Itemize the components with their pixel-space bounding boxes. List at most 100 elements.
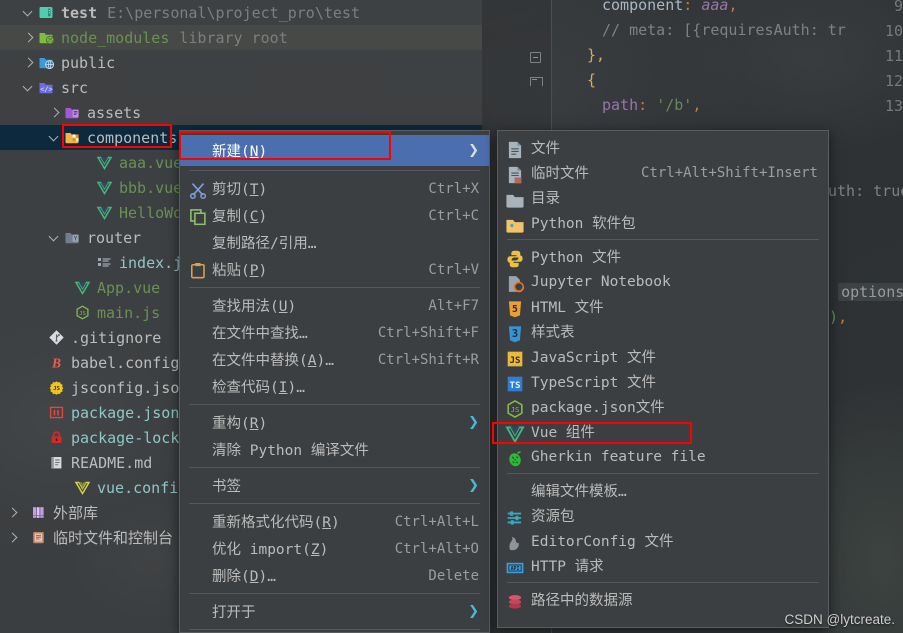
readme-icon <box>48 454 65 471</box>
scratch-file-icon <box>504 164 526 183</box>
menu-item-label: 新建(N) <box>212 144 268 160</box>
vue-file-icon <box>96 154 113 171</box>
submenu-item-jupyter-notebook[interactable]: Jupyter Notebook <box>498 269 828 294</box>
tree-item-label: App.vue <box>97 278 161 297</box>
submenu-item-edit-file-templates[interactable]: 编辑文件模板… <box>498 478 828 503</box>
menu-item-copy-path[interactable]: 复制路径/引用… <box>180 229 489 256</box>
submenu-item-python-package[interactable]: Python 软件包 <box>498 210 828 235</box>
svg-text:JS: JS <box>79 311 86 317</box>
menu-item-label: 重构(R) <box>212 416 268 432</box>
menu-item-delete[interactable]: 删除(D)… Delete <box>180 562 489 589</box>
menu-item-replace-in-files[interactable]: 在文件中替换(A)… Ctrl+Shift+R <box>180 346 489 373</box>
submenu-item-package-json[interactable]: JS package.json文件 <box>498 394 828 419</box>
tree-item-label: 临时文件和控制台 <box>53 530 174 547</box>
menu-item-label: 书签 <box>212 479 241 495</box>
scratches-icon <box>30 529 47 546</box>
submenu-item-python-file[interactable]: Python 文件 <box>498 244 828 269</box>
vue-config-icon <box>74 479 91 496</box>
copy-icon <box>188 207 208 225</box>
menu-item-find-in-files[interactable]: 在文件中查找… Ctrl+Shift+F <box>180 319 489 346</box>
no-icon <box>188 441 208 459</box>
submenu-item-http-request[interactable]: API HTTP 请求 <box>498 553 828 578</box>
menu-item-new[interactable]: 新建(N) ❯ <box>180 135 489 166</box>
chevron-right-icon[interactable] <box>22 56 36 70</box>
chevron-right-icon: ❯ <box>468 478 479 493</box>
menu-item-label: 删除(D)… <box>212 569 276 585</box>
chevron-down-icon[interactable] <box>22 6 36 20</box>
cucumber-icon <box>504 448 526 466</box>
submenu-item-stylesheet[interactable]: 3 样式表 <box>498 319 828 344</box>
svg-text:JS: JS <box>47 38 53 44</box>
chevron-down-icon[interactable] <box>22 81 36 95</box>
external-libraries-icon <box>30 504 47 521</box>
list-file-icon <box>96 254 113 271</box>
python-file-icon <box>504 248 526 267</box>
chevron-right-icon[interactable] <box>22 31 36 45</box>
submenu-item-vue-component[interactable]: Vue 组件 <box>498 419 828 444</box>
submenu-item-resource-bundle[interactable]: 资源包 <box>498 503 828 528</box>
svg-text:API: API <box>511 565 520 571</box>
watermark: CSDN @lytcreate. <box>784 612 895 627</box>
submenu-item-label: EditorConfig 文件 <box>531 534 674 550</box>
submenu-item-label: Python 文件 <box>531 250 622 266</box>
submenu-item-label: Vue 组件 <box>531 425 595 441</box>
menu-item-shortcut: Ctrl+Alt+L <box>394 513 479 530</box>
menu-item-inspect-code[interactable]: 检查代码(I)… <box>180 373 489 400</box>
submenu-item-datasource-from-path[interactable]: 路径中的数据源 <box>498 587 828 612</box>
menu-item-copy[interactable]: 复制(C) Ctrl+C <box>180 202 489 229</box>
menu-item-bookmarks[interactable]: 书签 ❯ <box>180 472 489 499</box>
submenu-item-html-file[interactable]: 5 HTML 文件 <box>498 294 828 319</box>
no-icon <box>188 324 208 342</box>
menu-item-paste[interactable]: 粘贴(P) Ctrl+V <box>180 256 489 283</box>
submenu-item-label: JavaScript 文件 <box>531 350 657 366</box>
tree-item-hint: library root <box>179 28 288 47</box>
tree-row-assets[interactable]: assets <box>0 100 482 125</box>
tree-row-public[interactable]: public <box>0 50 482 75</box>
chevron-down-icon[interactable] <box>48 131 62 145</box>
chevron-right-icon[interactable] <box>6 531 20 545</box>
vue-file-icon <box>96 204 113 221</box>
submenu-item-label: Jupyter Notebook <box>531 273 671 290</box>
submenu-item-directory[interactable]: 目录 <box>498 185 828 210</box>
tree-item-label: README.md <box>71 453 153 472</box>
submenu-item-editorconfig-file[interactable]: EditorConfig 文件 <box>498 528 828 553</box>
menu-item-find-usages[interactable]: 查找用法(U) Alt+F7 <box>180 292 489 319</box>
typescript-icon: TS <box>504 373 526 391</box>
menu-item-shortcut: Ctrl+Shift+R <box>377 351 479 368</box>
no-icon <box>188 477 208 495</box>
vue-file-icon <box>504 423 526 443</box>
tree-row-node-modules[interactable]: JS node_modules library root <box>0 25 482 50</box>
file-icon <box>504 139 526 158</box>
menu-item-refactor[interactable]: 重构(R) ❯ <box>180 409 489 436</box>
tree-item-label: bbb.vue <box>119 178 183 197</box>
no-icon <box>188 567 208 585</box>
submenu-item-typescript-file[interactable]: TS TypeScript 文件 <box>498 369 828 394</box>
new-submenu[interactable]: 文件 临时文件 Ctrl+Alt+Shift+Insert 目录 Python … <box>497 130 829 628</box>
tree-row-src[interactable]: </> src <box>0 75 482 100</box>
chevron-down-icon[interactable] <box>48 231 62 245</box>
javascript-icon: JS <box>504 348 526 366</box>
submenu-item-file[interactable]: 文件 <box>498 135 828 160</box>
submenu-item-gherkin-feature-file[interactable]: Gherkin feature file <box>498 444 828 469</box>
code-fold-icon[interactable] <box>530 77 543 88</box>
submenu-item-javascript-file[interactable]: JS JavaScript 文件 <box>498 344 828 369</box>
tree-item-label: assets <box>87 103 142 122</box>
tree-item-label: package.json <box>71 403 180 422</box>
menu-item-cut[interactable]: 剪切(T) Ctrl+X <box>180 175 489 202</box>
chevron-right-icon: ❯ <box>468 143 479 158</box>
menu-item-optimize-imports[interactable]: 优化 import(Z) Ctrl+Alt+O <box>180 535 489 562</box>
submenu-item-label: 目录 <box>531 191 560 207</box>
tree-row-root[interactable]: test E:\personal\project_pro\test <box>0 0 482 25</box>
code-line: // meta: [{requiresAuth: tr <box>602 21 846 39</box>
code-fold-icon[interactable] <box>530 52 541 63</box>
menu-item-reformat-code[interactable]: 重新格式化代码(R) Ctrl+Alt+L <box>180 508 489 535</box>
chevron-right-icon[interactable] <box>48 106 62 120</box>
chevron-right-icon[interactable] <box>6 506 20 520</box>
context-menu[interactable]: 新建(N) ❯ 剪切(T) Ctrl+X 复制(C) Ctrl+C 复制路径/引… <box>179 130 490 633</box>
submenu-item-scratch-file[interactable]: 临时文件 Ctrl+Alt+Shift+Insert <box>498 160 828 185</box>
menu-separator <box>189 170 480 171</box>
menu-item-clean-pyc[interactable]: 清除 Python 编译文件 <box>180 436 489 463</box>
vue-file-icon <box>74 279 91 296</box>
menu-item-open-in[interactable]: 打开于 ❯ <box>180 598 489 625</box>
svg-text:TS: TS <box>509 380 520 391</box>
